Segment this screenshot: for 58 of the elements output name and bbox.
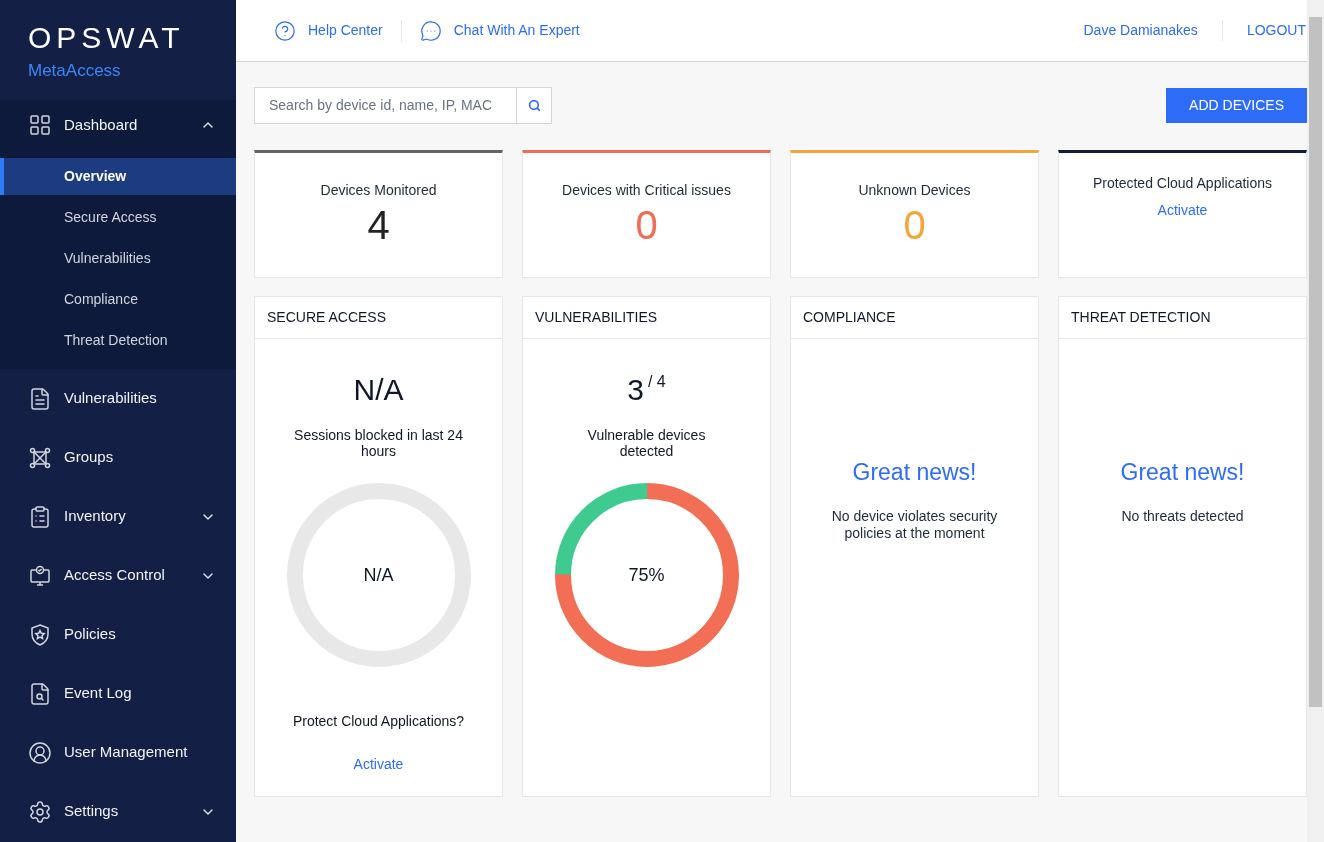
sidebar-item[interactable]: User Management xyxy=(0,723,236,782)
panel-message: No device violates security policies at the moment xyxy=(830,507,999,542)
sidebar-item[interactable]: Groups xyxy=(0,428,236,487)
total-value: / 4 xyxy=(647,373,666,391)
stat-value: 0 xyxy=(635,203,658,247)
scrollbar[interactable] xyxy=(1307,0,1324,842)
panel-caption: Vulnerable devices detected xyxy=(586,427,707,459)
card-label: Protected Cloud Applications xyxy=(1093,174,1272,193)
shield-star-icon xyxy=(28,622,52,647)
ring-value: 75% xyxy=(628,565,665,585)
panel-message: No threats detected xyxy=(1120,507,1245,525)
document-search-icon xyxy=(28,681,52,706)
submenu-item[interactable]: Compliance xyxy=(0,281,236,318)
product-name: MetaAccess xyxy=(28,60,122,82)
user-name[interactable]: Dave Damianakes xyxy=(1083,20,1223,41)
panel-headline: Great news! xyxy=(1120,458,1245,487)
card-label: Devices with Critical issues xyxy=(562,181,731,200)
brand-logo: OPSWAT xyxy=(28,22,186,54)
ring-value: N/A xyxy=(363,565,394,585)
stat-value: 0 xyxy=(903,203,926,247)
activate-link[interactable]: Activate xyxy=(353,754,404,775)
sidebar-item[interactable]: Vulnerabilities xyxy=(0,369,236,428)
activate-link[interactable]: Activate xyxy=(1157,200,1208,221)
sidebar-item[interactable]: Policies xyxy=(0,605,236,664)
panel-caption: Sessions blocked in last 24 hours xyxy=(293,427,464,459)
add-devices-button[interactable]: ADD DEVICES xyxy=(1166,88,1307,123)
panel-title: VULNERABILITIES xyxy=(535,308,658,327)
monitor-icon xyxy=(28,563,52,588)
card-label: Devices Monitored xyxy=(320,181,437,200)
sidebar-item[interactable]: Access Control xyxy=(0,546,236,605)
clipboard-icon xyxy=(28,504,52,529)
big-value: 3 xyxy=(627,373,644,407)
card-label: Unknown Devices xyxy=(858,181,971,200)
nodes-icon xyxy=(28,445,52,470)
sidebar-item[interactable]: Inventory xyxy=(0,487,236,546)
sidebar-item[interactable]: Dashboard xyxy=(0,100,236,150)
settings-icon xyxy=(28,799,52,824)
panel-title: SECURE ACCESS xyxy=(267,308,387,327)
sidebar-item[interactable]: Event Log xyxy=(0,664,236,723)
logout-link[interactable]: LOGOUT xyxy=(1222,20,1306,41)
header-link[interactable]: Chat With An Expert xyxy=(453,20,580,41)
submenu-item[interactable]: Overview xyxy=(0,158,236,195)
panel-title: COMPLIANCE xyxy=(803,308,896,327)
submenu-item[interactable]: Secure Access xyxy=(0,199,236,236)
submenu-item[interactable]: Vulnerabilities xyxy=(0,240,236,277)
document-icon xyxy=(28,386,52,411)
panel-footer-text: Protect Cloud Applications? xyxy=(292,712,465,731)
help-icon xyxy=(274,19,296,42)
user-circle-icon xyxy=(28,740,52,765)
panel-title: THREAT DETECTION xyxy=(1071,308,1211,327)
big-value: N/A xyxy=(353,373,404,407)
header-link[interactable]: Help Center xyxy=(308,20,383,41)
chat-bubble-icon xyxy=(419,19,442,42)
submenu-item[interactable]: Threat Detection xyxy=(0,322,236,359)
stat-value: 4 xyxy=(367,203,390,247)
panel-headline: Great news! xyxy=(852,458,977,487)
sidebar-item[interactable]: Settings xyxy=(0,782,236,841)
dashboard-grid-icon xyxy=(28,113,52,137)
